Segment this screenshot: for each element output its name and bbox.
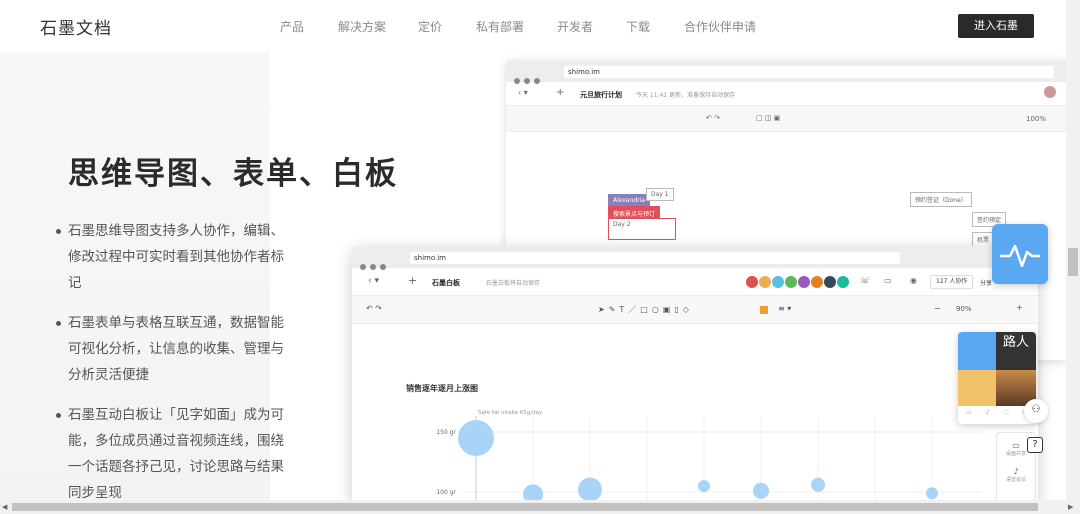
hero-title: 思维导图、表单、白板 [68,156,398,192]
doc-title: 石墨白板 [432,279,460,287]
collaborator-avatars[interactable] [746,276,850,290]
chart-title: 销售逐年逐月上涨图 [406,384,478,393]
mindmap-node[interactable]: Day 2 [608,218,676,240]
zoom-level[interactable]: 100% [1026,115,1046,123]
pulse-icon [1000,244,1040,268]
feature-item-forms: 石墨表单与表格互联互通，数据智能可视化分析，让信息的收集、管理与分析灵活便捷 [56,310,292,388]
y-tick-label: 100 gr [436,489,456,496]
undo-icon[interactable]: ↶ ↷ [706,114,720,122]
share-button[interactable]: 分享 [980,278,992,287]
doc-header: ‹ ▾ + 元旦旅行计划 今天 11:41 更新，准备保持自动保存 [506,82,1066,106]
scroll-right-icon[interactable]: ▶ [1068,503,1073,511]
collaborators-button[interactable]: 127 人协作 [930,275,974,289]
feature-list: 石墨思维导图支持多人协作，编辑、修改过程中可实时看到其他协作者标记 石墨表单与表… [56,218,292,514]
video-tile-name[interactable]: 路人 [996,332,1036,370]
chart-annotation: Safe fat intake 65g/day [478,410,543,416]
horizontal-scrollbar[interactable]: ◀ ▶ [0,500,1080,514]
y-tick-label: 150 gr [436,429,456,436]
drawing-tools[interactable]: ➤✎T／□○▣▯◇ [598,304,693,315]
vertical-scrollbar[interactable] [1066,0,1080,500]
undo-icon[interactable]: ↶ ↷ [366,304,382,313]
mindmap-node[interactable]: 机票 [972,232,995,247]
top-nav: 石墨文档 产品 解决方案 定价 私有部署 开发者 下载 合作伙伴申请 进入石墨 [0,0,1066,52]
nav-item-pricing[interactable]: 定价 [418,18,442,35]
feature-item-whiteboard: 石墨互动白板让「见字如面」成为可能，多位成员通过音视频连线，围绕一个话题各抒己见… [56,402,292,506]
mindmap-toolbar: ↶ ↷ ▢ ◫ ▣ 100% [506,106,1066,132]
add-icon[interactable]: + [408,274,417,287]
person-icon[interactable]: ⚇ [1024,399,1048,423]
help-icon[interactable]: ? [1027,437,1043,453]
enter-button[interactable]: 进入石墨 [958,14,1034,38]
mindmap-node[interactable]: 预约签证（Done） [910,192,972,207]
color-swatch[interactable] [760,306,768,314]
whiteboard-window: shimo.im ‹ ▾ + 石墨白板 石墨白板将自动保存 ☏ ▭ ◉ 127 … [352,246,1038,506]
window-chrome: shimo.im [506,60,1066,84]
window-chrome: shimo.im [352,246,1038,270]
mic-icon[interactable]: ♪ [997,467,1035,476]
back-nav-icon[interactable]: ‹ ▾ [518,88,528,97]
comment-icon[interactable]: ▭ [884,276,892,285]
nav-item-download[interactable]: 下载 [626,18,650,35]
feature-item-mindmap: 石墨思维导图支持多人协作，编辑、修改过程中可实时看到其他协作者标记 [56,218,292,296]
scrollbar-thumb[interactable] [12,503,1038,511]
nav-item-product[interactable]: 产品 [280,18,304,35]
scatter-point[interactable] [753,482,769,499]
scatter-point[interactable] [811,477,825,492]
whiteboard-toolbar: ↶ ↷ ➤✎T／□○▣▯◇ ≡ ▾ − 90% + [352,296,1038,324]
scatter-point[interactable] [578,477,602,502]
url-bar[interactable]: shimo.im [564,66,1054,78]
video-tile[interactable] [958,370,996,406]
nav-item-developers[interactable]: 开发者 [557,18,593,35]
add-icon[interactable]: + [556,87,564,98]
voice-meeting-label[interactable]: 语音会议 [997,476,1035,483]
whiteboard-header: ‹ ▾ + 石墨白板 石墨白板将自动保存 ☏ ▭ ◉ 127 人协作 分享 [352,268,1038,296]
activity-widget[interactable] [992,224,1048,284]
nav-item-solutions[interactable]: 解决方案 [338,18,386,35]
format-icons[interactable]: ▢ ◫ ▣ [756,114,780,122]
scrollbar-thumb[interactable] [1068,248,1078,276]
zoom-level[interactable]: 90% [956,305,972,313]
doc-status: 今天 11:41 更新，准备保持自动保存 [636,92,736,99]
nav-item-partners[interactable]: 合作伙伴申请 [684,18,756,35]
url-bar[interactable]: shimo.im [410,252,900,264]
nav-item-private-deploy[interactable]: 私有部署 [476,18,524,35]
scatter-point[interactable] [458,420,494,456]
logo[interactable]: 石墨文档 [40,14,112,39]
record-icon[interactable]: ◉ [910,276,917,285]
back-nav-icon[interactable]: ‹ ▾ [368,276,379,286]
avatar[interactable] [1044,86,1056,98]
scroll-left-icon[interactable]: ◀ [2,503,7,511]
zoom-in-icon[interactable]: + [1016,303,1023,312]
phone-icon[interactable]: ☏ [860,276,870,285]
scatter-point[interactable] [926,487,938,500]
line-style-icon[interactable]: ≡ ▾ [778,304,791,313]
scatter-point[interactable] [698,480,710,492]
doc-status: 石墨白板将自动保存 [486,280,541,287]
doc-title: 元旦旅行计划 [580,91,622,99]
zoom-out-icon[interactable]: − [934,304,941,313]
scatter-chart: 150 gr 100 gr Safe fat intake 65g/day [436,410,982,506]
mindmap-node[interactable]: Day 1 [646,188,674,201]
video-tile[interactable] [958,332,996,370]
